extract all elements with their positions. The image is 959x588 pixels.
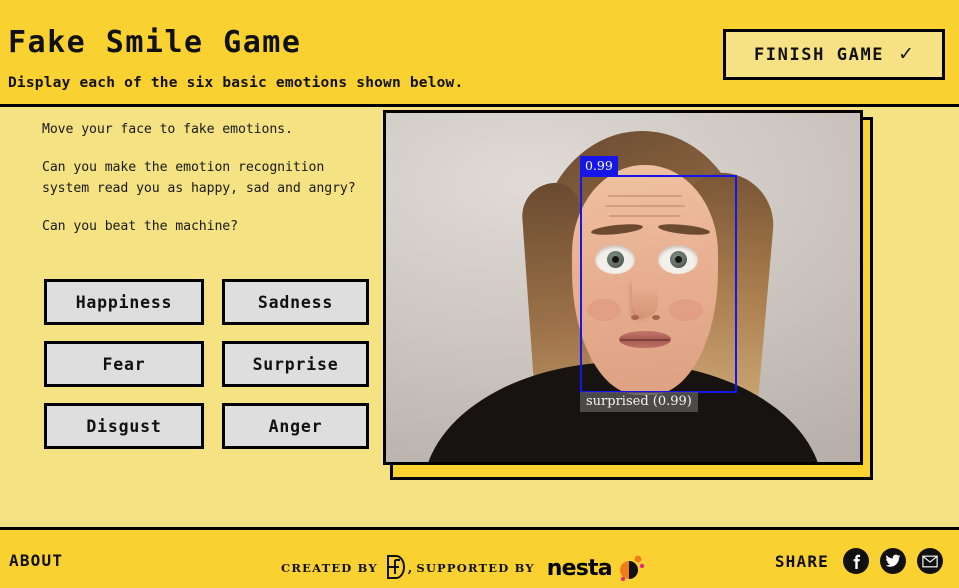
app-header: Fake Smile Game Display each of the six … bbox=[0, 0, 959, 107]
emotion-button-sadness[interactable]: Sadness bbox=[222, 279, 369, 325]
about-link[interactable]: ABOUT bbox=[9, 551, 63, 570]
video-frame-outer: 0.99 surprised (0.99) bbox=[383, 110, 873, 480]
nesta-wordmark: nesta bbox=[546, 555, 613, 581]
share-section: SHARE bbox=[775, 548, 943, 574]
credits: CREATED BY , SUPPORTED BY nesta bbox=[281, 553, 645, 583]
facebook-icon[interactable] bbox=[843, 548, 869, 574]
page-subtitle: Display each of the six basic emotions s… bbox=[8, 75, 464, 91]
supported-by-label: SUPPORTED BY bbox=[416, 561, 535, 575]
detection-emotion-label: surprised (0.99) bbox=[580, 392, 698, 412]
check-icon: ✓ bbox=[898, 43, 915, 65]
twitter-icon[interactable] bbox=[880, 548, 906, 574]
nesta-logo[interactable]: nesta bbox=[547, 553, 645, 583]
created-by-label: CREATED BY bbox=[281, 561, 378, 575]
emotion-button-anger[interactable]: Anger bbox=[222, 403, 369, 449]
creator-logo-icon[interactable] bbox=[386, 554, 406, 584]
emotion-button-grid: Happiness Sadness Fear Surprise Disgust … bbox=[44, 279, 369, 449]
instructions-panel: Move your face to fake emotions. Can you… bbox=[42, 119, 372, 253]
finish-game-label: FINISH GAME bbox=[753, 44, 885, 65]
page-title: Fake Smile Game bbox=[8, 25, 302, 60]
emotion-button-surprise[interactable]: Surprise bbox=[222, 341, 369, 387]
app-footer: ABOUT CREATED BY , SUPPORTED BY nesta SH… bbox=[0, 527, 959, 588]
webcam-video[interactable]: 0.99 surprised (0.99) bbox=[383, 110, 863, 465]
emotion-button-disgust[interactable]: Disgust bbox=[44, 403, 204, 449]
share-label: SHARE bbox=[774, 551, 829, 571]
email-icon[interactable] bbox=[917, 548, 943, 574]
face-detection-box bbox=[580, 175, 737, 393]
emotion-button-fear[interactable]: Fear bbox=[44, 341, 204, 387]
credits-comma: , bbox=[407, 560, 413, 576]
instruction-paragraph-3: Can you beat the machine? bbox=[42, 218, 238, 234]
instruction-paragraph-2: Can you make the emotion recognition sys… bbox=[42, 159, 356, 197]
instruction-paragraph-1: Move your face to fake emotions. bbox=[42, 122, 293, 137]
emotion-button-happiness[interactable]: Happiness bbox=[44, 279, 204, 325]
detection-score-badge: 0.99 bbox=[580, 156, 618, 175]
main-content: Move your face to fake emotions. Can you… bbox=[0, 107, 959, 527]
finish-game-button[interactable]: FINISH GAME ✓ bbox=[723, 29, 945, 80]
